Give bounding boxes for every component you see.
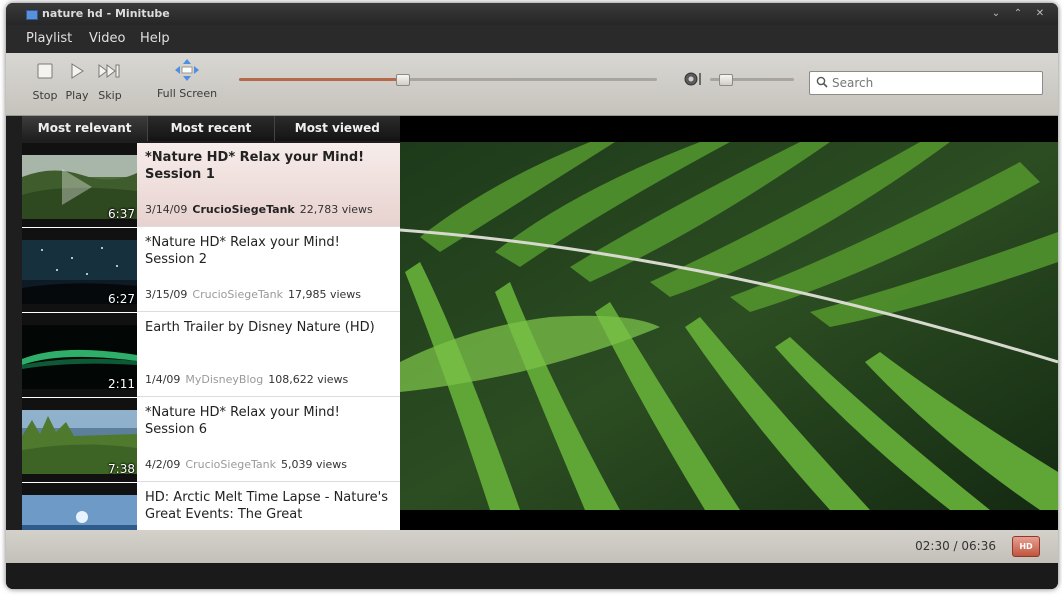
seek-handle[interactable] — [396, 74, 411, 86]
window-title: nature hd - Minitube — [42, 7, 170, 20]
video-duration: 7:38 — [108, 462, 135, 476]
search-input[interactable] — [830, 74, 1039, 92]
stop-icon — [37, 63, 53, 79]
video-title: Earth Trailer by Disney Nature (HD) — [145, 320, 375, 335]
play-icon — [71, 63, 84, 79]
video-thumbnail[interactable]: 6:27 — [22, 228, 137, 312]
video-date: 3/14/09 — [145, 203, 188, 216]
video-title: *Nature HD* Relax your Mind! Session 1 — [145, 150, 365, 182]
video-views: 108,622 views — [268, 373, 349, 386]
volume-handle[interactable] — [719, 74, 733, 86]
sort-tabs: Most relevant Most recent Most viewed — [22, 116, 400, 141]
playlist-item[interactable]: HD: Arctic Melt Time Lapse - Nature's Gr… — [22, 483, 400, 530]
toolbar: Stop Play Skip Full Screen — [6, 53, 1058, 116]
video-author[interactable]: CrucioSiegeTank — [185, 458, 276, 471]
video-title: *Nature HD* Relax your Mind! Session 6 — [145, 405, 340, 437]
seek-progress — [239, 78, 403, 81]
playback-time: 02:30 / 06:36 — [915, 539, 996, 553]
skip-label: Skip — [98, 89, 122, 102]
title-bar[interactable]: nature hd - Minitube ⌄ ⌃ ✕ — [6, 3, 1058, 25]
video-duration: 6:37 — [108, 207, 135, 221]
video-date: 1/4/09 — [145, 373, 181, 386]
tab-most-relevant[interactable]: Most relevant — [22, 116, 149, 141]
video-thumbnail[interactable]: 7:38 — [22, 398, 137, 482]
video-views: 5,039 views — [280, 458, 348, 471]
menu-playlist[interactable]: Playlist — [26, 31, 72, 46]
tab-most-viewed[interactable]: Most viewed — [274, 116, 400, 141]
video-views: 17,985 views — [287, 288, 361, 301]
seek-slider[interactable] — [239, 74, 657, 86]
stop-label: Stop — [32, 89, 58, 102]
playlist-item[interactable]: 2:11 Earth Trailer by Disney Nature (HD)… — [22, 313, 400, 397]
video-thumbnail[interactable] — [22, 483, 137, 530]
thumbnail-image — [22, 495, 137, 530]
tab-most-recent[interactable]: Most recent — [148, 116, 275, 141]
video-author[interactable]: MyDisneyBlog — [185, 373, 263, 386]
maximize-icon[interactable]: ⌃ — [1010, 6, 1026, 22]
search-box[interactable] — [809, 71, 1043, 95]
skip-icon — [98, 64, 120, 78]
stop-button[interactable]: Stop — [32, 61, 58, 102]
status-bar: 02:30 / 06:36 HD — [6, 530, 1058, 563]
video-title: HD: Arctic Melt Time Lapse - Nature's Gr… — [145, 490, 389, 522]
skip-button[interactable]: Skip — [94, 61, 126, 102]
volume-icon[interactable] — [684, 71, 702, 87]
minimize-icon[interactable]: ⌄ — [988, 6, 1004, 22]
video-thumbnail[interactable]: 6:37 — [22, 143, 137, 227]
video-title: *Nature HD* Relax your Mind! Session 2 — [145, 235, 340, 267]
app-icon — [26, 10, 38, 20]
menu-help[interactable]: Help — [140, 31, 170, 46]
play-button[interactable]: Play — [62, 61, 92, 102]
playlist-item[interactable]: 6:27 *Nature HD* Relax your Mind! Sessio… — [22, 228, 400, 312]
video-views: 22,783 views — [299, 203, 373, 216]
video-thumbnail[interactable]: 2:11 — [22, 313, 137, 397]
video-frame — [400, 142, 1058, 510]
video-duration: 2:11 — [108, 377, 135, 391]
playlist[interactable]: 6:37 *Nature HD* Relax your Mind! Sessio… — [22, 143, 400, 530]
full-screen-icon — [175, 59, 199, 81]
window-bottom-frame — [6, 563, 1058, 589]
video-author[interactable]: CrucioSiegeTank — [192, 203, 294, 216]
close-icon[interactable]: ✕ — [1032, 6, 1048, 22]
playlist-item[interactable]: 7:38 *Nature HD* Relax your Mind! Sessio… — [22, 398, 400, 482]
video-date: 4/2/09 — [145, 458, 181, 471]
search-icon — [816, 76, 828, 88]
menu-video[interactable]: Video — [89, 31, 125, 46]
video-author[interactable]: CrucioSiegeTank — [192, 288, 283, 301]
video-player[interactable] — [400, 116, 1058, 530]
full-screen-button[interactable]: Full Screen — [152, 59, 222, 100]
volume-slider[interactable] — [710, 74, 794, 86]
menu-bar: Playlist Video Help — [6, 25, 1058, 53]
video-date: 3/15/09 — [145, 288, 188, 301]
hd-button[interactable]: HD — [1012, 536, 1040, 557]
play-label: Play — [65, 89, 89, 102]
full-screen-label: Full Screen — [156, 87, 218, 100]
app-window: nature hd - Minitube ⌄ ⌃ ✕ Playlist Vide… — [6, 3, 1058, 589]
playlist-item[interactable]: 6:37 *Nature HD* Relax your Mind! Sessio… — [22, 143, 400, 227]
video-duration: 6:27 — [108, 292, 135, 306]
